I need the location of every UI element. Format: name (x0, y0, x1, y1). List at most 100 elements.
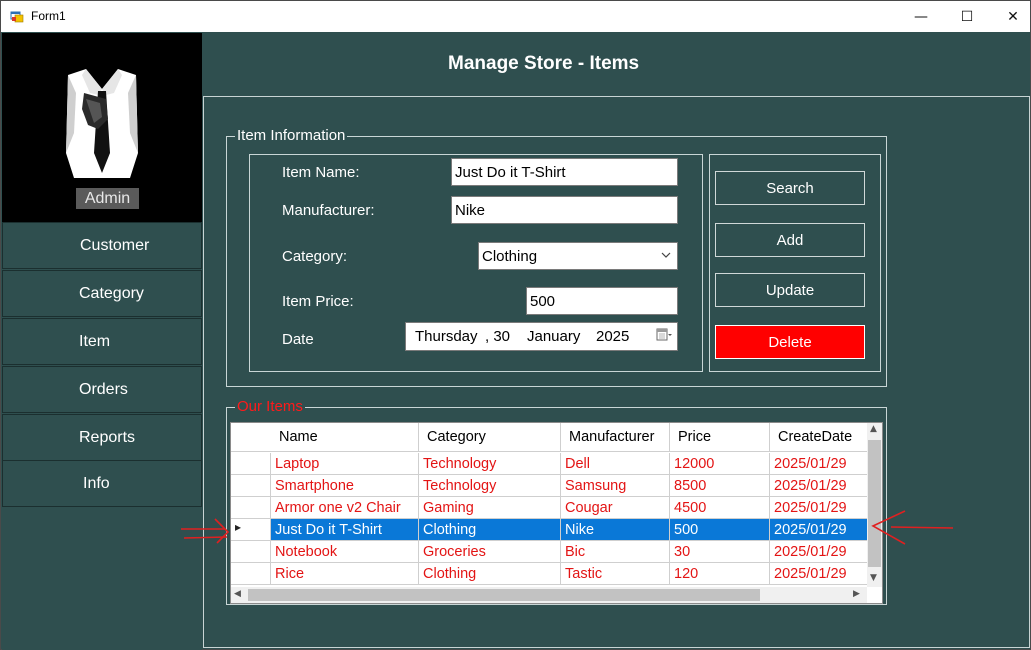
row-header[interactable] (231, 541, 271, 563)
table-cell[interactable]: Technology (419, 475, 561, 497)
table-cell[interactable]: 2025/01/29 (770, 563, 870, 585)
column-header-createdate[interactable]: CreateDate (770, 423, 870, 452)
sidebar-item-item[interactable]: Item (2, 318, 202, 365)
page-title: Manage Store - Items (448, 53, 640, 74)
table-cell[interactable]: Laptop (271, 453, 419, 475)
row-header-corner (231, 423, 272, 452)
table-cell[interactable]: Smartphone (271, 475, 419, 497)
close-button[interactable]: ✕ (990, 1, 1031, 32)
item-price-label: Item Price: (282, 293, 354, 310)
manufacturer-input[interactable]: Nike (451, 196, 678, 224)
date-day-name: Thursday (415, 328, 478, 345)
table-cell[interactable]: Nike (561, 519, 670, 541)
table-cell[interactable]: 12000 (670, 453, 770, 475)
chevron-down-icon (661, 252, 671, 258)
table-cell[interactable]: Tastic (561, 563, 670, 585)
table-cell[interactable]: 2025/01/29 (770, 541, 870, 563)
vertical-scroll-thumb[interactable] (868, 440, 881, 567)
delete-button[interactable]: Delete (715, 325, 865, 359)
column-header-category[interactable]: Category (419, 423, 561, 452)
horizontal-scrollbar[interactable]: ◀ ▶ (231, 587, 867, 603)
table-cell[interactable]: 2025/01/29 (770, 453, 870, 475)
update-button[interactable]: Update (715, 273, 865, 307)
date-day: , 30 (485, 328, 511, 345)
table-cell[interactable]: Dell (561, 453, 670, 475)
search-button[interactable]: Search (715, 171, 865, 205)
table-cell[interactable]: 30 (670, 541, 770, 563)
annotation-arrow-right-icon (871, 510, 954, 545)
table-cell[interactable]: 2025/01/29 (770, 519, 870, 541)
table-cell[interactable]: 120 (670, 563, 770, 585)
row-header[interactable] (231, 563, 271, 585)
table-cell[interactable]: Armor one v2 Chair (271, 497, 419, 519)
calendar-icon[interactable] (656, 328, 672, 342)
table-cell[interactable]: Gaming (419, 497, 561, 519)
table-cell[interactable]: Notebook (271, 541, 419, 563)
app-window: Form1 — ☐ ✕ Admin Customer Category Item… (0, 0, 1031, 650)
sidebar-item-label: Reports (79, 428, 136, 446)
sidebar-item-info[interactable]: Info (2, 460, 202, 507)
table-cell[interactable]: 2025/01/29 (770, 475, 870, 497)
window-title: Form1 (31, 9, 66, 23)
sidebar-item-label: Info (83, 474, 110, 492)
table-cell[interactable]: 2025/01/29 (770, 497, 870, 519)
table-cell[interactable]: Groceries (419, 541, 561, 563)
our-items-label: Our Items (235, 398, 305, 415)
table-cell[interactable]: Clothing (419, 563, 561, 585)
date-year: 2025 (596, 328, 630, 345)
title-bar: Form1 — ☐ ✕ (1, 1, 1030, 32)
scroll-down-icon[interactable]: ▼ (870, 573, 877, 583)
table-cell[interactable]: 4500 (670, 497, 770, 519)
suit-icon (66, 69, 138, 178)
table-cell[interactable]: Rice (271, 563, 419, 585)
row-header[interactable] (231, 453, 271, 475)
item-price-input[interactable]: 500 (526, 287, 678, 315)
add-button[interactable]: Add (715, 223, 865, 257)
sidebar-item-customer[interactable]: Customer (2, 222, 202, 269)
annotation-arrow-left-icon (181, 518, 230, 544)
table-cell[interactable]: Bic (561, 541, 670, 563)
scroll-up-icon[interactable]: ▲ (870, 424, 877, 434)
sidebar-item-reports[interactable]: Reports (2, 414, 202, 461)
date-month: January (527, 328, 581, 345)
sidebar-item-label: Item (79, 332, 111, 350)
column-header-manufacturer[interactable]: Manufacturer (561, 423, 670, 452)
vertical-scrollbar[interactable]: ▲ ▼ (867, 423, 882, 587)
sidebar-item-label: Customer (80, 236, 150, 254)
minimize-button[interactable]: — (898, 1, 944, 32)
current-row-indicator-icon: ▸ (235, 520, 242, 534)
category-label: Category: (282, 248, 348, 265)
horizontal-scroll-thumb[interactable] (248, 589, 760, 601)
table-cell[interactable]: 500 (670, 519, 770, 541)
row-header[interactable] (231, 497, 271, 519)
table-cell[interactable]: Just Do it T-Shirt (271, 519, 419, 541)
table-cell[interactable]: 8500 (670, 475, 770, 497)
column-header-price[interactable]: Price (670, 423, 770, 452)
items-table[interactable]: Name Category Manufacturer Price CreateD… (230, 422, 883, 604)
category-select[interactable]: Clothing (478, 242, 678, 270)
manufacturer-label: Manufacturer: (282, 202, 375, 219)
row-header[interactable] (231, 475, 271, 497)
sidebar-item-label: Orders (79, 380, 128, 398)
date-picker[interactable]: Thursday , 30 January 2025 (405, 322, 678, 351)
sidebar-item-category[interactable]: Category (2, 270, 202, 317)
item-name-input[interactable]: Just Do it T-Shirt (451, 158, 678, 186)
sidebar-item-label: Category (79, 284, 144, 302)
category-select-value: Clothing (482, 247, 538, 265)
row-header[interactable]: ▸ (231, 519, 271, 541)
app-icon (10, 11, 24, 23)
maximize-button[interactable]: ☐ (944, 1, 990, 32)
item-name-label: Item Name: (282, 164, 360, 181)
admin-logo: Admin (2, 33, 202, 222)
scroll-left-icon[interactable]: ◀ (234, 589, 241, 599)
table-cell[interactable]: Technology (419, 453, 561, 475)
item-information-label: Item Information (235, 127, 348, 144)
sidebar-item-orders[interactable]: Orders (2, 366, 202, 413)
scroll-right-icon[interactable]: ▶ (853, 589, 860, 599)
table-cell[interactable]: Clothing (419, 519, 561, 541)
table-cell[interactable]: Cougar (561, 497, 670, 519)
table-cell[interactable]: Samsung (561, 475, 670, 497)
column-header-name[interactable]: Name (271, 423, 419, 452)
user-label: Admin (76, 188, 139, 209)
date-label: Date (282, 331, 314, 348)
